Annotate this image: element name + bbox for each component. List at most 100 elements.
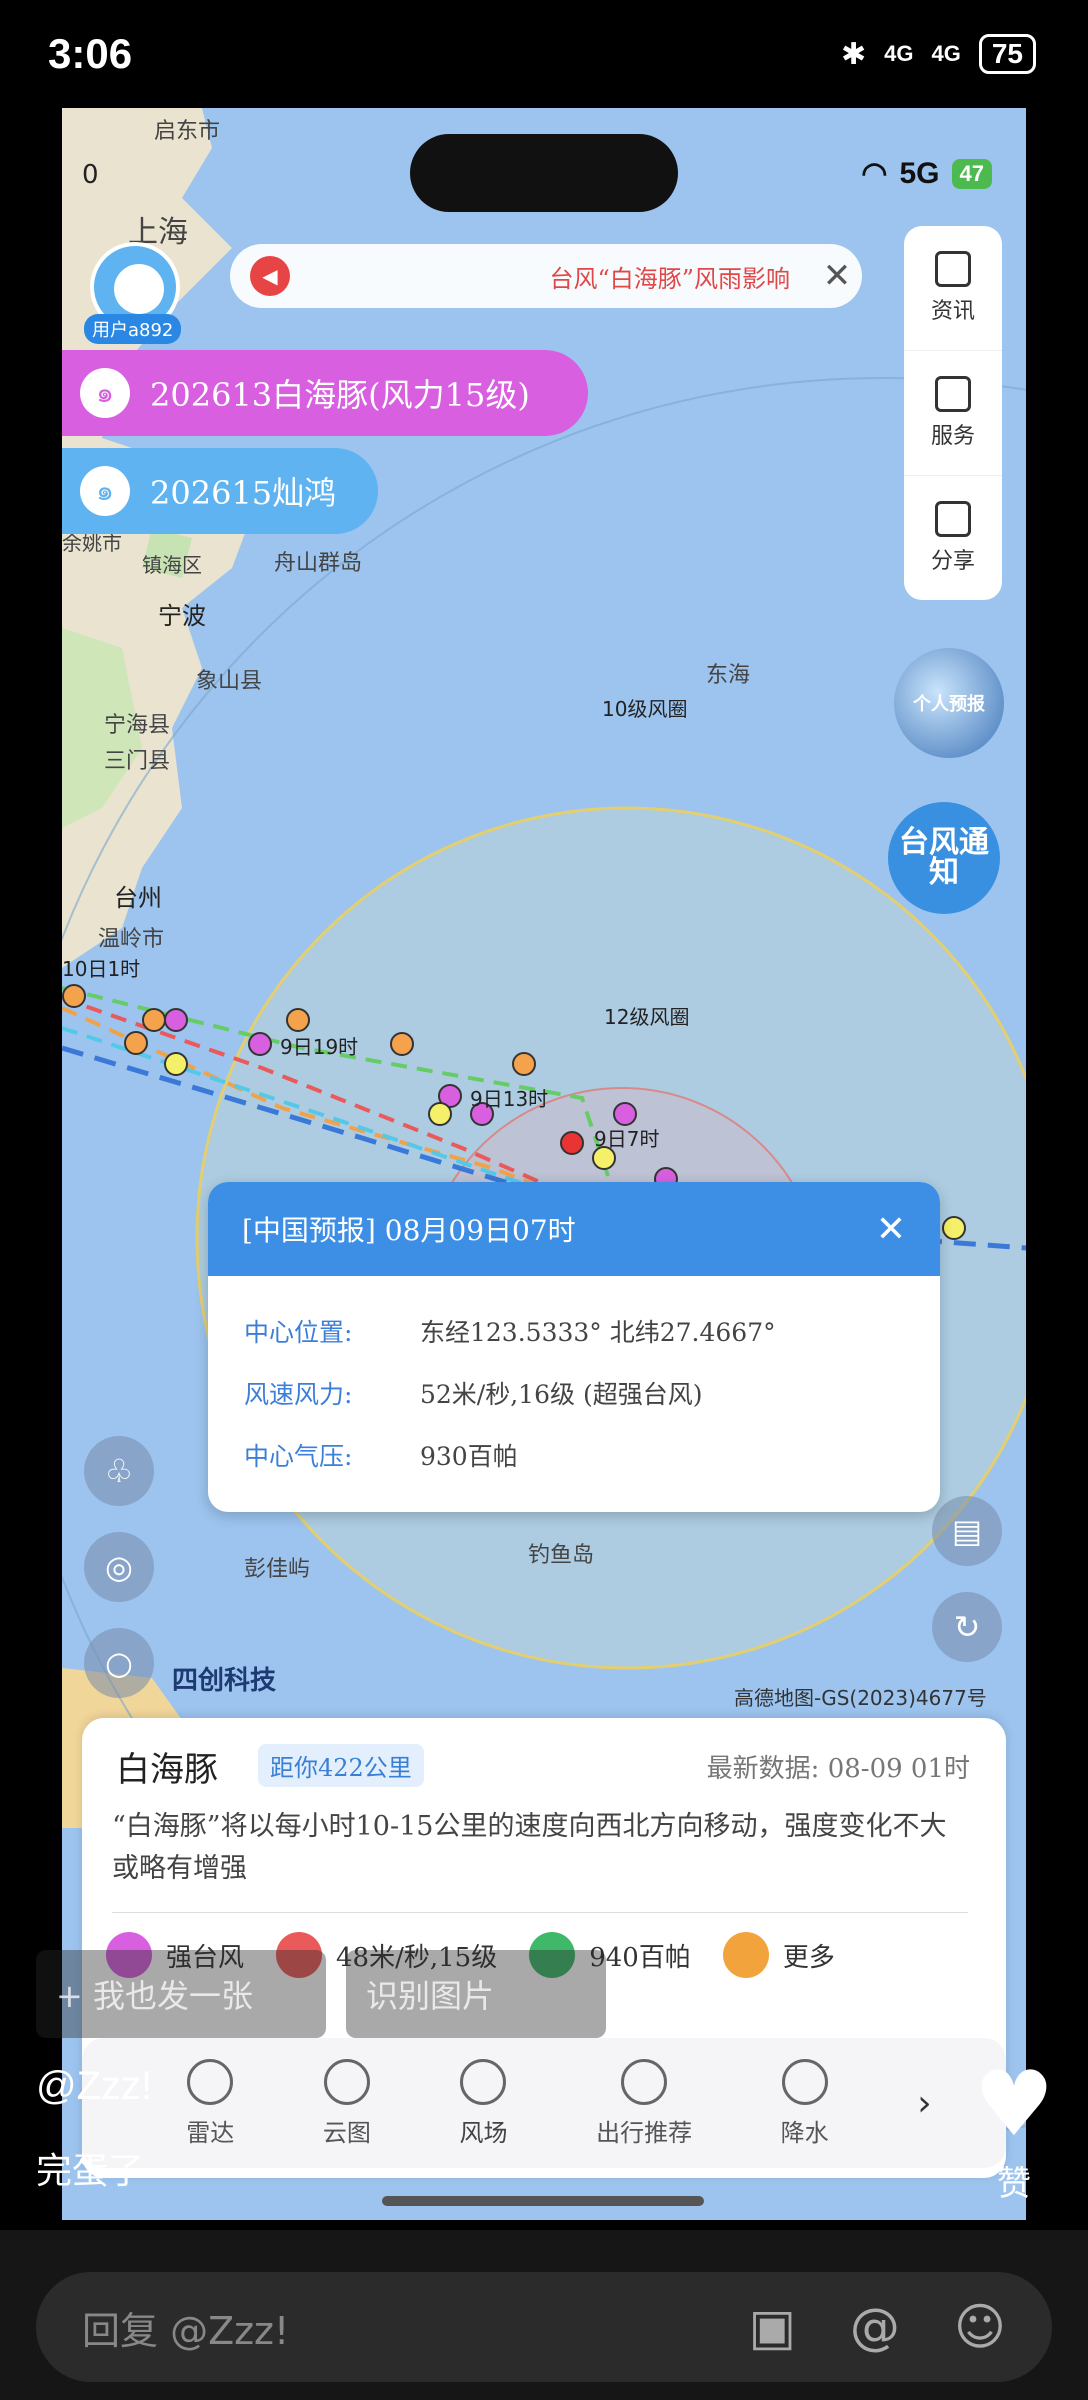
side-item-share[interactable]: 分享 <box>904 476 1002 600</box>
typhoon-description: “白海豚”将以每小时10-15公里的速度向西北方向移动，强度变化不大或略有增强 <box>112 1811 947 1884</box>
tool-rain[interactable]: 降水 <box>780 2058 829 2148</box>
map-pin-icon <box>621 2058 668 2105</box>
divider <box>112 1912 968 1913</box>
info-row: 风速风力: 52米/秒,16级 (超强台风) <box>244 1362 904 1424</box>
reply-placeholder: 回复 @Zzz! <box>82 2308 290 2353</box>
info-row: 中心位置: 东经123.5333° 北纬27.4667° <box>244 1300 904 1362</box>
status-time: 3:06 <box>48 30 133 77</box>
stat-label: 更多 <box>782 1942 835 1973</box>
more-icon <box>722 1932 769 1978</box>
layer-toolbar: 雷达 云图 风场 出行推荐 降水 › <box>82 2038 1006 2168</box>
locate-icon[interactable]: ◎ <box>84 1532 154 1602</box>
inner-battery: 47 <box>951 158 992 189</box>
clothes-icon[interactable]: ♧ <box>84 1436 154 1506</box>
tool-label: 云图 <box>322 2118 371 2147</box>
label-ninghai: 宁海县 <box>104 713 170 738</box>
label-diaoyu: 钓鱼岛 <box>528 1543 594 1568</box>
avatar-face-icon <box>114 264 164 314</box>
info-row: 中心气压: 930百帕 <box>244 1424 904 1486</box>
service-icon <box>935 376 971 412</box>
wifi-icon: ◠ <box>861 157 888 190</box>
label-sanmen: 三门县 <box>104 749 170 774</box>
personal-forecast-label: 个人预报 <box>913 694 985 715</box>
reply-input[interactable]: 回复 @Zzz! ▣ @ ☺ <box>36 2272 1052 2382</box>
tool-label: 降水 <box>780 2118 829 2147</box>
chevron-right-icon[interactable]: › <box>917 2083 931 2124</box>
tool-travel[interactable]: 出行推荐 <box>596 2058 692 2148</box>
tool-label: 雷达 <box>186 2118 235 2147</box>
like-label: 赞 <box>997 2164 1031 2204</box>
radar-icon <box>187 2058 234 2105</box>
label-ningbo: 宁波 <box>158 602 206 630</box>
identify-image-button[interactable]: 识别图片 <box>346 1950 606 2038</box>
typhoon-label: 202615灿鸿 <box>150 474 337 512</box>
side-item-label: 资讯 <box>930 299 975 324</box>
label-zhoushan: 舟山群岛 <box>274 551 362 576</box>
typhoon-map-screen: 启东市 上海 余姚市 镇海区 舟山群岛 宁波 象山县 宁海县 三门县 台州 温岭… <box>62 108 1026 2220</box>
refresh-icon[interactable]: ↻ <box>932 1592 1002 1662</box>
close-icon[interactable]: ✕ <box>876 1209 906 1250</box>
label-xiangshan: 象山县 <box>196 669 262 694</box>
typhoon-icon: ๑ <box>80 368 130 418</box>
label-yuyao: 余姚市 <box>62 531 122 555</box>
close-icon[interactable]: ✕ <box>812 256 862 296</box>
info-key: 中心位置: <box>244 1318 353 1347</box>
inner-status-icons: ◠ 5G 47 <box>861 156 992 191</box>
reply-bar: 回复 @Zzz! ▣ @ ☺ <box>0 2230 1088 2400</box>
label-t1: 10日1时 <box>62 957 140 981</box>
typhoon-notice-badge[interactable]: 台风通知 <box>888 802 1000 914</box>
label-taizhou: 台州 <box>114 884 162 912</box>
satellite-icon <box>323 2058 370 2105</box>
emoji-icon[interactable]: ☺ <box>954 2298 1006 2356</box>
rain-icon <box>781 2058 828 2105</box>
typhoon-pill-canhong[interactable]: ๑ 202615灿鸿 <box>62 448 378 534</box>
side-item-label: 分享 <box>930 549 975 574</box>
layers-icon[interactable]: ▤ <box>932 1496 1002 1566</box>
label-wenling: 温岭市 <box>98 927 164 952</box>
tool-cloud[interactable]: 云图 <box>322 2058 371 2148</box>
personal-forecast-badge[interactable]: 个人预报 <box>894 648 1004 758</box>
post-also-button[interactable]: + 我也发一张 <box>36 1950 326 2038</box>
battery-indicator: 75 <box>978 34 1036 74</box>
typhoon-pill-baihaitun[interactable]: ๑ 202613白海豚(风力15级) <box>62 350 588 436</box>
typhoon-notice-bar[interactable]: ◀ 台风“白海豚”风雨影响 ✕ <box>230 244 862 308</box>
label-t2: 9日19时 <box>280 1035 358 1059</box>
label-t4: 9日7时 <box>594 1127 659 1151</box>
post-caption: 完蛋了 <box>36 2151 145 2192</box>
signal-icon: 4G <box>884 41 914 66</box>
side-item-label: 服务 <box>930 424 975 449</box>
sichuang-logo: 四创科技 <box>172 1666 277 1696</box>
at-icon[interactable]: @ <box>850 2298 900 2356</box>
tool-wind[interactable]: 风场 <box>459 2058 507 2148</box>
typhoon-notice-label: 台风通知 <box>899 825 989 890</box>
info-value: 930百帕 <box>420 1442 518 1471</box>
info-card-body: 中心位置: 东经123.5333° 北纬27.4667° 风速风力: 52米/秒… <box>208 1276 940 1486</box>
label-t3: 9日13时 <box>470 1087 548 1111</box>
info-key: 中心气压: <box>244 1442 353 1471</box>
latest-data: 最新数据: 08-09 01时 <box>706 1754 970 1784</box>
image-icon[interactable]: ▣ <box>749 2298 796 2356</box>
like-button[interactable]: ♥ 赞 <box>968 2060 1060 2205</box>
info-value: 52米/秒,16级 (超强台风) <box>420 1380 703 1409</box>
side-item-service[interactable]: 服务 <box>904 351 1002 476</box>
home-indicator <box>382 2196 704 2206</box>
tool-radar[interactable]: 雷达 <box>186 2058 235 2148</box>
news-icon <box>935 251 971 287</box>
inner-status-bar: 0 ◠ 5G 47 <box>62 108 1026 228</box>
notice-text: 台风“白海豚”风雨影响 <box>549 264 790 293</box>
amap-watermark: 高德地图-GS(2023)4677号 <box>734 1686 987 1710</box>
location-dot-icon[interactable]: ○ <box>84 1628 154 1698</box>
typhoon-name: 白海豚 <box>116 1750 218 1790</box>
status-icons: ✱ 4G 4G 75 <box>841 34 1036 74</box>
stat-more[interactable]: 更多 <box>722 1932 835 1978</box>
info-card-header: [中国预报] 08月09日07时 ✕ <box>208 1182 940 1276</box>
distance-badge: 距你422公里 <box>258 1744 424 1787</box>
side-item-news[interactable]: 资讯 <box>904 226 1002 351</box>
side-menu: 资讯 服务 分享 <box>904 226 1002 600</box>
author-username[interactable]: @Zzz! <box>36 2064 152 2109</box>
wind-field-icon <box>460 2058 507 2105</box>
heart-icon: ♥ <box>973 2052 1055 2157</box>
typhoon-label: 202613白海豚(风力15级) <box>150 376 530 414</box>
label-ring10: 10级风圈 <box>602 697 687 721</box>
label-pengjia: 彭佳屿 <box>244 1557 310 1582</box>
